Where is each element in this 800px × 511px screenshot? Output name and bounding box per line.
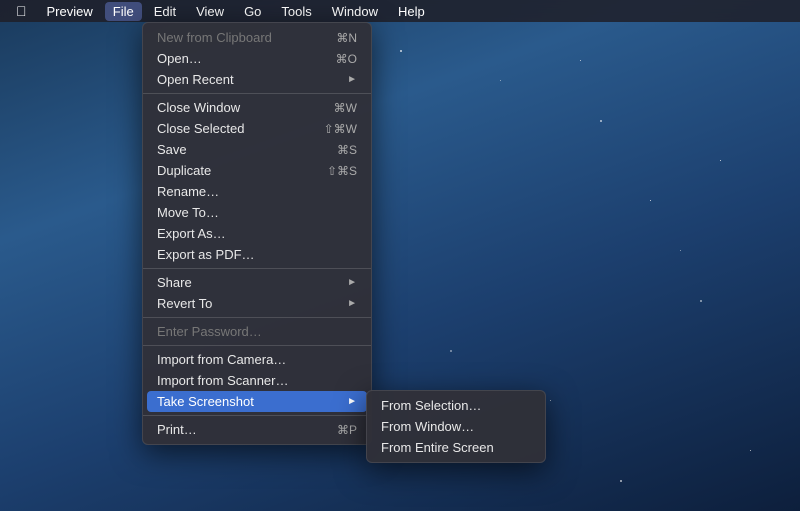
screenshot-submenu: From Selection… From Window… From Entire… bbox=[366, 390, 546, 463]
separator-5 bbox=[143, 415, 371, 416]
menu-item-rename[interactable]: Rename… bbox=[143, 181, 371, 202]
menu-item-new-clipboard[interactable]: New from Clipboard ⌘N bbox=[143, 27, 371, 48]
menu-item-import-scanner[interactable]: Import from Scanner… bbox=[143, 370, 371, 391]
menu-item-print[interactable]: Print… ⌘P bbox=[143, 419, 371, 440]
menubar-left:  Preview File Edit View Go Tools Window… bbox=[8, 2, 433, 21]
menu-item-export-as[interactable]: Export As… bbox=[143, 223, 371, 244]
menubar-item-go[interactable]: Go bbox=[236, 2, 269, 21]
menu-item-move-to[interactable]: Move To… bbox=[143, 202, 371, 223]
menu-item-save[interactable]: Save ⌘S bbox=[143, 139, 371, 160]
menu-item-revert-to[interactable]: Revert To ► bbox=[143, 293, 371, 314]
menubar-item-file[interactable]: File bbox=[105, 2, 142, 21]
menubar-item-help[interactable]: Help bbox=[390, 2, 433, 21]
menu-item-duplicate[interactable]: Duplicate ⇧⌘S bbox=[143, 160, 371, 181]
file-menu: New from Clipboard ⌘N Open… ⌘O Open Rece… bbox=[142, 22, 372, 445]
menu-item-close-window[interactable]: Close Window ⌘W bbox=[143, 97, 371, 118]
menu-item-from-window[interactable]: From Window… bbox=[367, 416, 545, 437]
menu-item-open-recent[interactable]: Open Recent ► bbox=[143, 69, 371, 90]
menu-item-from-entire-screen[interactable]: From Entire Screen bbox=[367, 437, 545, 458]
apple-menu[interactable]:  bbox=[8, 3, 35, 19]
separator-1 bbox=[143, 93, 371, 94]
menu-item-from-selection[interactable]: From Selection… bbox=[367, 395, 545, 416]
menu-item-enter-password[interactable]: Enter Password… bbox=[143, 321, 371, 342]
menubar-item-view[interactable]: View bbox=[188, 2, 232, 21]
menu-item-export-pdf[interactable]: Export as PDF… bbox=[143, 244, 371, 265]
menubar-item-preview[interactable]: Preview bbox=[39, 2, 101, 21]
menu-item-share[interactable]: Share ► bbox=[143, 272, 371, 293]
menubar-item-tools[interactable]: Tools bbox=[273, 2, 319, 21]
separator-2 bbox=[143, 268, 371, 269]
menu-item-take-screenshot[interactable]: Take Screenshot ► bbox=[147, 391, 367, 412]
menubar-item-window[interactable]: Window bbox=[324, 2, 386, 21]
menubar-item-edit[interactable]: Edit bbox=[146, 2, 184, 21]
separator-4 bbox=[143, 345, 371, 346]
menu-item-open[interactable]: Open… ⌘O bbox=[143, 48, 371, 69]
menu-item-close-selected[interactable]: Close Selected ⇧⌘W bbox=[143, 118, 371, 139]
separator-3 bbox=[143, 317, 371, 318]
menubar:  Preview File Edit View Go Tools Window… bbox=[0, 0, 800, 22]
menu-item-import-camera[interactable]: Import from Camera… bbox=[143, 349, 371, 370]
